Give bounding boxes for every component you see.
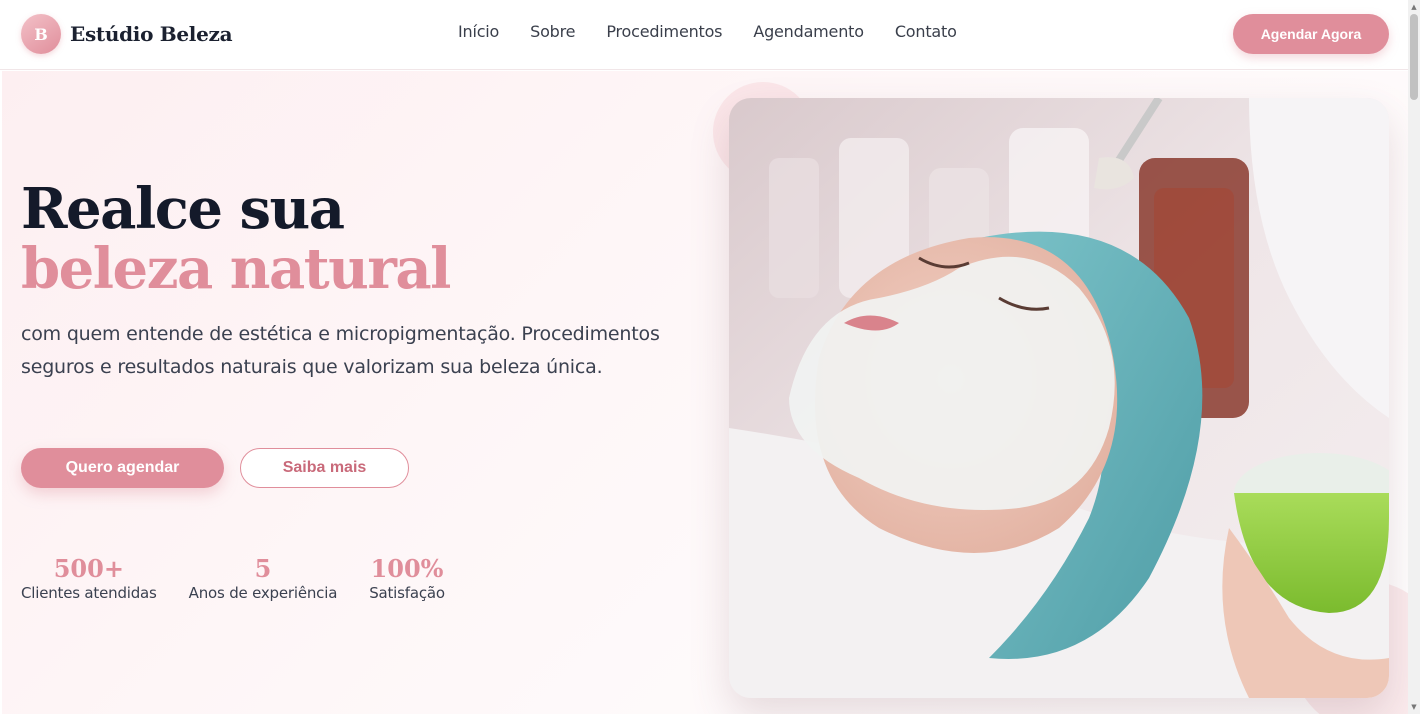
nav-item-procedimentos[interactable]: Procedimentos [606, 22, 722, 41]
photo-illustration [729, 98, 1389, 698]
scrollbar-thumb[interactable] [1410, 14, 1418, 100]
hero-subtitle: com quem entende de estética e micropigm… [21, 323, 660, 378]
learn-more-button[interactable]: Saiba mais [240, 448, 409, 488]
stat-value: 100% [370, 554, 444, 583]
stat-value: 5 [254, 554, 272, 583]
headline-line-2: beleza natural [21, 236, 451, 302]
book-appointment-button[interactable]: Quero agendar [21, 448, 224, 488]
stat-experience: 5 Anos de experiência [188, 554, 338, 603]
site-header: B Estúdio Beleza Início Sobre Procedimen… [0, 0, 1408, 70]
facial-treatment-photo [729, 98, 1389, 698]
logo-badge: B [21, 14, 61, 54]
stats-row: 500+ Clientes atendidas 5 Anos de experi… [21, 554, 477, 603]
headline-line-1: Realce sua [21, 176, 345, 242]
stat-value: 500+ [53, 554, 124, 583]
nav-item-contato[interactable]: Contato [895, 22, 957, 41]
stat-label: Anos de experiência [188, 584, 338, 603]
page-scrollbar[interactable]: ▲ ▼ [1408, 0, 1420, 714]
main-nav: Início Sobre Procedimentos Agendamento C… [458, 22, 988, 41]
nav-item-inicio[interactable]: Início [458, 22, 499, 41]
hero-section: Realce sua beleza natural com quem enten… [2, 71, 1408, 714]
stat-satisfaction: 100% Satisfação [369, 554, 445, 603]
brand-name: Estúdio Beleza [70, 22, 233, 46]
scroll-up-arrow-icon[interactable]: ▲ [1410, 2, 1418, 12]
brand-logo[interactable]: B Estúdio Beleza [21, 14, 233, 54]
hero-headline: Realce sua beleza natural [21, 176, 451, 302]
scroll-down-arrow-icon[interactable]: ▼ [1410, 702, 1418, 712]
nav-item-sobre[interactable]: Sobre [530, 22, 575, 41]
stat-label: Satisfação [369, 584, 445, 603]
nav-item-agendamento[interactable]: Agendamento [753, 22, 864, 41]
schedule-now-button[interactable]: Agendar Agora [1233, 14, 1389, 54]
stat-clients: 500+ Clientes atendidas [21, 554, 157, 603]
stat-label: Clientes atendidas [21, 584, 157, 603]
